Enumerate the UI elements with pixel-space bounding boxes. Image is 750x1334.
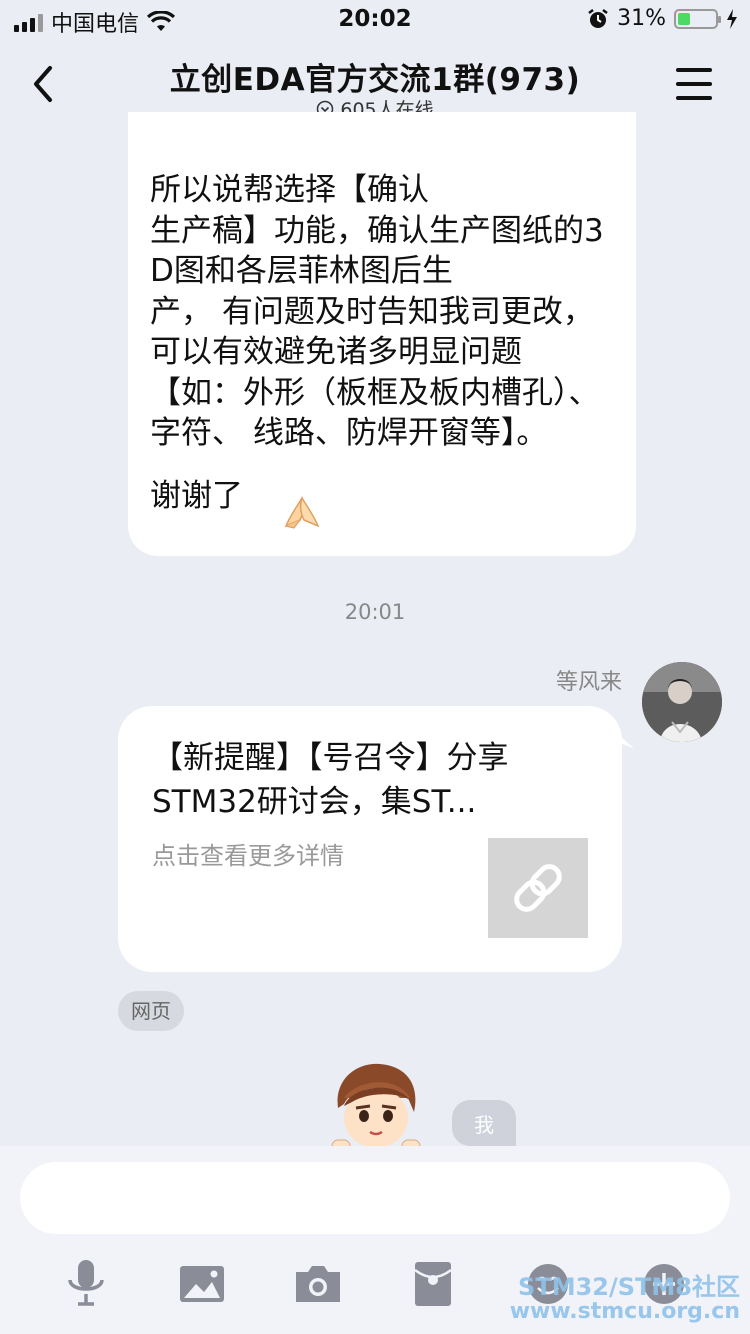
menu-button[interactable] xyxy=(676,68,712,100)
red-packet-icon xyxy=(414,1262,452,1306)
link-thumbnail xyxy=(488,838,588,938)
charging-icon xyxy=(727,8,737,29)
link-title: 【新提醒】【号召令】分享STM32研讨会，集ST... xyxy=(152,740,509,820)
battery-percent: 31% xyxy=(617,6,666,31)
message-timestamp: 20:01 xyxy=(344,600,406,624)
link-icon xyxy=(514,864,562,912)
image-icon xyxy=(180,1266,224,1302)
watermark-line2: www.stmcu.org.cn xyxy=(509,1299,740,1324)
watermark-line1: STM32/STM8社区 xyxy=(518,1273,740,1301)
bubble-tail xyxy=(614,726,634,748)
sticker-avatar[interactable] xyxy=(328,1058,424,1146)
message-input[interactable] xyxy=(20,1162,730,1234)
message-text-content: 所以说帮选择【确认 生产稿】功能，确认生产图纸的3D图和各层菲林图后生 产， 有… xyxy=(150,172,604,514)
message-text: 所以说帮选择【确认 生产稿】功能，确认生产图纸的3D图和各层菲林图后生 产， 有… xyxy=(150,170,614,541)
red-packet-button[interactable] xyxy=(403,1258,463,1310)
camera-button[interactable] xyxy=(288,1258,348,1310)
battery-icon xyxy=(674,8,721,29)
alarm-icon xyxy=(588,8,608,28)
me-label: 我 xyxy=(452,1100,516,1146)
pray-emoji xyxy=(243,454,322,541)
sender-name[interactable]: 等风来 xyxy=(556,664,622,696)
watermark: STM32/STM8社区 www.stmcu.org.cn xyxy=(510,1274,740,1324)
status-right: 31% xyxy=(587,6,738,31)
link-description: 点击查看更多详情 xyxy=(152,842,344,870)
status-bar: 中国电信 20:02 31% xyxy=(0,0,750,40)
message-bubble[interactable]: 所以说帮选择【确认 生产稿】功能，确认生产图纸的3D图和各层菲林图后生 产， 有… xyxy=(128,112,636,556)
avatar[interactable] xyxy=(642,662,722,742)
link-message-card[interactable]: 【新提醒】【号召令】分享STM32研讨会，集ST... 点击查看更多详情 xyxy=(118,706,634,972)
camera-icon xyxy=(296,1266,340,1302)
voice-button[interactable] xyxy=(56,1258,116,1310)
webpage-tag: 网页 xyxy=(118,991,184,1031)
image-button[interactable] xyxy=(172,1258,232,1310)
microphone-icon xyxy=(68,1260,104,1306)
group-title: 立创EDA官方交流1群(973) xyxy=(169,62,581,98)
